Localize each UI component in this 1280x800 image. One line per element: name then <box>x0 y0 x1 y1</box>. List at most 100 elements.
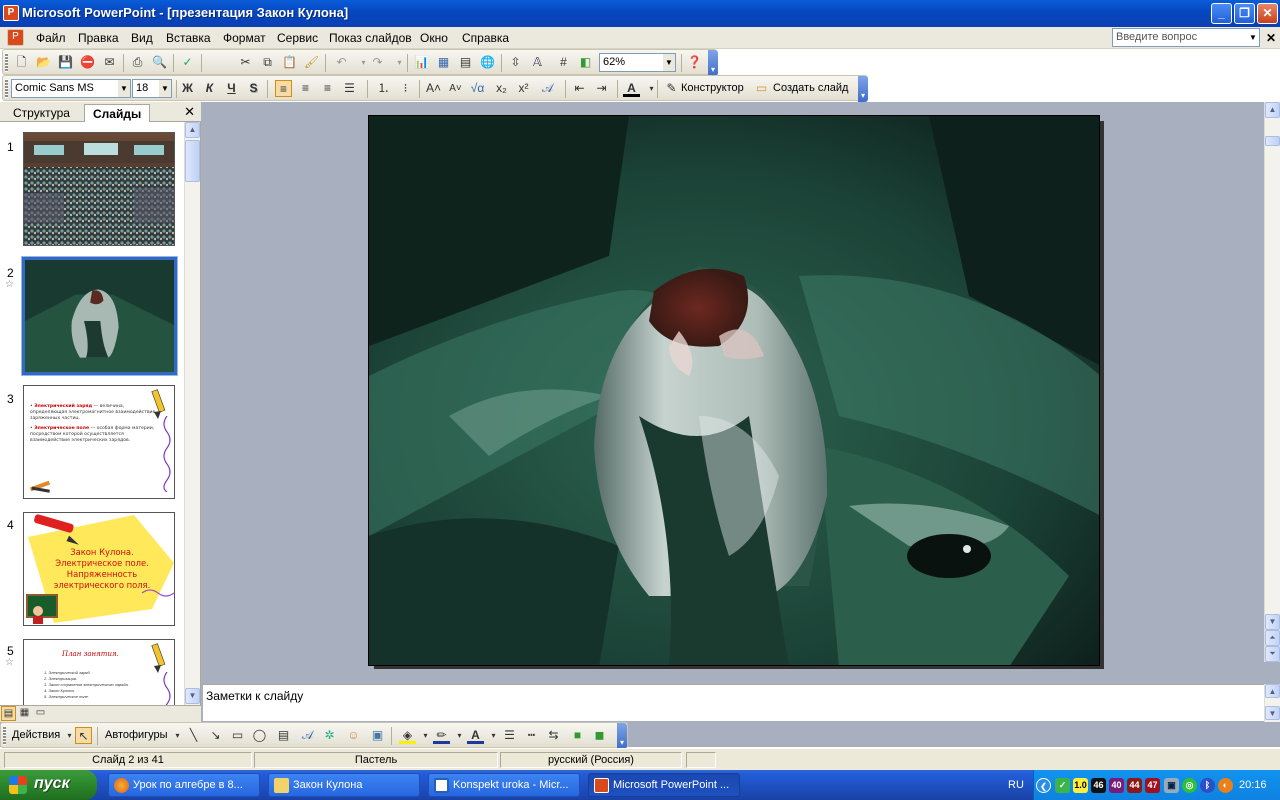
print-icon[interactable]: ⎙ <box>129 54 146 71</box>
slide-thumbnail-2[interactable] <box>21 256 178 376</box>
scroll-thumb[interactable] <box>1265 136 1280 146</box>
arrow-style-icon[interactable]: ⇆ <box>545 727 562 744</box>
bold-icon[interactable]: Ж <box>179 80 196 97</box>
slideshow-view-icon[interactable]: ▭ <box>33 706 48 721</box>
permission-icon[interactable]: ⛔ <box>79 54 96 71</box>
scroll-thumb[interactable] <box>185 140 200 182</box>
select-pointer-icon[interactable]: ↖ <box>75 727 92 744</box>
clock[interactable]: 20:16 <box>1239 779 1267 791</box>
undo-icon[interactable]: ↶ <box>333 54 350 71</box>
bullets-icon[interactable]: ⁝ <box>397 80 414 97</box>
tables-borders-icon[interactable]: ▤ <box>457 54 474 71</box>
toolbar-gripper[interactable] <box>5 53 8 72</box>
slide-sorter-icon[interactable]: ▦ <box>17 706 32 721</box>
green-app-icon[interactable]: ◎ <box>1182 778 1197 793</box>
show-formatting-icon[interactable]: 𝔸 <box>529 54 546 71</box>
toolbar-options-icon[interactable]: ▾ <box>708 50 718 76</box>
chevron-down-icon[interactable]: ▼ <box>118 80 130 97</box>
document-icon[interactable]: P <box>7 29 24 46</box>
slide-scrollbar[interactable]: ▲ ▼ ⏶ ⏷ <box>1264 102 1280 662</box>
clipart-icon[interactable]: ☺ <box>345 727 362 744</box>
design-template-name[interactable]: Пастель <box>254 752 498 768</box>
scroll-down-arrow[interactable]: ▼ <box>185 688 200 704</box>
wordart-icon[interactable]: 𝒜 <box>539 80 556 97</box>
align-left-icon[interactable]: ≡ <box>275 80 292 97</box>
minimize-button[interactable]: _ <box>1211 3 1232 24</box>
close-button[interactable]: ✕ <box>1257 3 1278 24</box>
next-slide-icon[interactable]: ⏷ <box>1265 646 1280 662</box>
numbering-icon[interactable]: ⒈ <box>375 80 392 97</box>
tray-indicator-1[interactable]: 1.0 <box>1073 778 1088 793</box>
toolbar-gripper[interactable] <box>5 79 8 98</box>
designer-button[interactable]: Конструктор <box>681 82 744 94</box>
thumbnails-scrollbar[interactable]: ▲ ▼ <box>184 122 200 706</box>
previous-slide-icon[interactable]: ⏶ <box>1265 630 1280 646</box>
help-icon[interactable]: ❓ <box>686 54 703 71</box>
grid-icon[interactable]: # <box>555 54 572 71</box>
start-button[interactable]: пуск <box>0 770 97 800</box>
format-painter-icon[interactable]: 🖌 <box>303 54 320 71</box>
toolbar-options-icon[interactable]: ▾ <box>617 723 627 749</box>
open-folder-icon[interactable]: 📂 <box>35 54 52 71</box>
expand-all-icon[interactable]: ⇳ <box>507 54 524 71</box>
new-slide-button[interactable]: Создать слайд <box>773 82 848 94</box>
copy-icon[interactable]: ⧉ <box>259 54 276 71</box>
chevron-down-icon[interactable]: ▾ <box>169 727 186 744</box>
actions-menu[interactable]: Действия <box>12 729 60 741</box>
new-slide-icon[interactable]: ▭ <box>753 80 770 97</box>
zoom-select[interactable]: 62% ▼ <box>599 53 676 72</box>
font-color-icon[interactable]: A <box>623 80 640 97</box>
increase-font-icon[interactable]: A˄ <box>425 80 442 97</box>
scroll-up-arrow[interactable]: ▲ <box>185 122 200 138</box>
justify-icon[interactable]: ☰ <box>341 80 358 97</box>
design-icon[interactable]: ✎ <box>663 80 680 97</box>
chevron-down-icon[interactable]: ▼ <box>159 80 171 97</box>
font-color-icon[interactable]: A <box>467 727 484 744</box>
dash-style-icon[interactable]: ┅ <box>523 727 540 744</box>
language-indicator[interactable]: русский (Россия) <box>500 752 682 768</box>
security-shield-icon[interactable]: ✓ <box>1055 778 1070 793</box>
3d-style-icon[interactable]: ◼ <box>591 727 608 744</box>
slide-thumbnail-5[interactable]: План занятия. 1. Электрический заряд. 2.… <box>23 639 175 706</box>
chevron-down-icon[interactable]: ▼ <box>1247 29 1259 46</box>
menu-edit[interactable]: Правка <box>78 31 119 45</box>
redo-dropdown-icon[interactable]: ▾ <box>391 54 408 71</box>
task-word[interactable]: Konspekt uroka - Micr... <box>428 773 580 797</box>
close-panel-icon[interactable]: ✕ <box>184 104 195 120</box>
line-color-icon[interactable]: ✏ <box>433 727 450 744</box>
align-right-icon[interactable]: ≡ <box>319 80 336 97</box>
keyboard-language[interactable]: RU <box>1008 779 1024 791</box>
tray-indicator-3[interactable]: 40 <box>1109 778 1124 793</box>
menu-format[interactable]: Формат <box>223 31 266 45</box>
menu-file[interactable]: Файл <box>36 31 66 45</box>
line-style-icon[interactable]: ☰ <box>501 727 518 744</box>
subscript-icon[interactable]: x₂ <box>493 80 510 97</box>
orange-app-icon[interactable]: ◐ <box>1218 778 1233 793</box>
menu-insert[interactable]: Вставка <box>166 31 211 45</box>
textbox-icon[interactable]: ▤ <box>275 727 292 744</box>
tab-outline[interactable]: Структура <box>5 104 78 122</box>
spelling-icon[interactable]: ✓ <box>179 54 196 71</box>
show-hidden-icons-icon[interactable]: ❮ <box>1036 778 1051 793</box>
chevron-down-icon[interactable]: ▾ <box>485 727 502 744</box>
wordart-icon[interactable]: 𝒜 <box>299 727 316 744</box>
bluetooth-icon[interactable]: ᛒ <box>1200 778 1215 793</box>
print-preview-icon[interactable]: 🔍 <box>151 54 168 71</box>
scroll-down-arrow[interactable]: ▼ <box>1265 614 1280 630</box>
help-question-input[interactable]: Введите вопрос ▼ <box>1112 28 1260 47</box>
paste-icon[interactable]: 📋 <box>281 54 298 71</box>
toolbar-options-icon[interactable]: ▾ <box>858 76 868 102</box>
network-icon[interactable]: ▣ <box>1164 778 1179 793</box>
scroll-down-arrow[interactable]: ▼ <box>1265 706 1280 720</box>
chevron-down-icon[interactable]: ▾ <box>417 727 434 744</box>
oval-icon[interactable]: ◯ <box>251 727 268 744</box>
superscript-icon[interactable]: x² <box>515 80 532 97</box>
align-center-icon[interactable]: ≡ <box>297 80 314 97</box>
line-icon[interactable]: ╲ <box>185 727 202 744</box>
save-icon[interactable]: 💾 <box>57 54 74 71</box>
slide-thumbnail-1[interactable] <box>23 132 175 246</box>
menu-window[interactable]: Окно <box>420 31 448 45</box>
notes-pane[interactable]: Заметки к слайду <box>203 684 1264 721</box>
new-document-icon[interactable]: 🗋 <box>13 54 30 71</box>
shadow-style-icon[interactable]: ■ <box>569 727 586 744</box>
